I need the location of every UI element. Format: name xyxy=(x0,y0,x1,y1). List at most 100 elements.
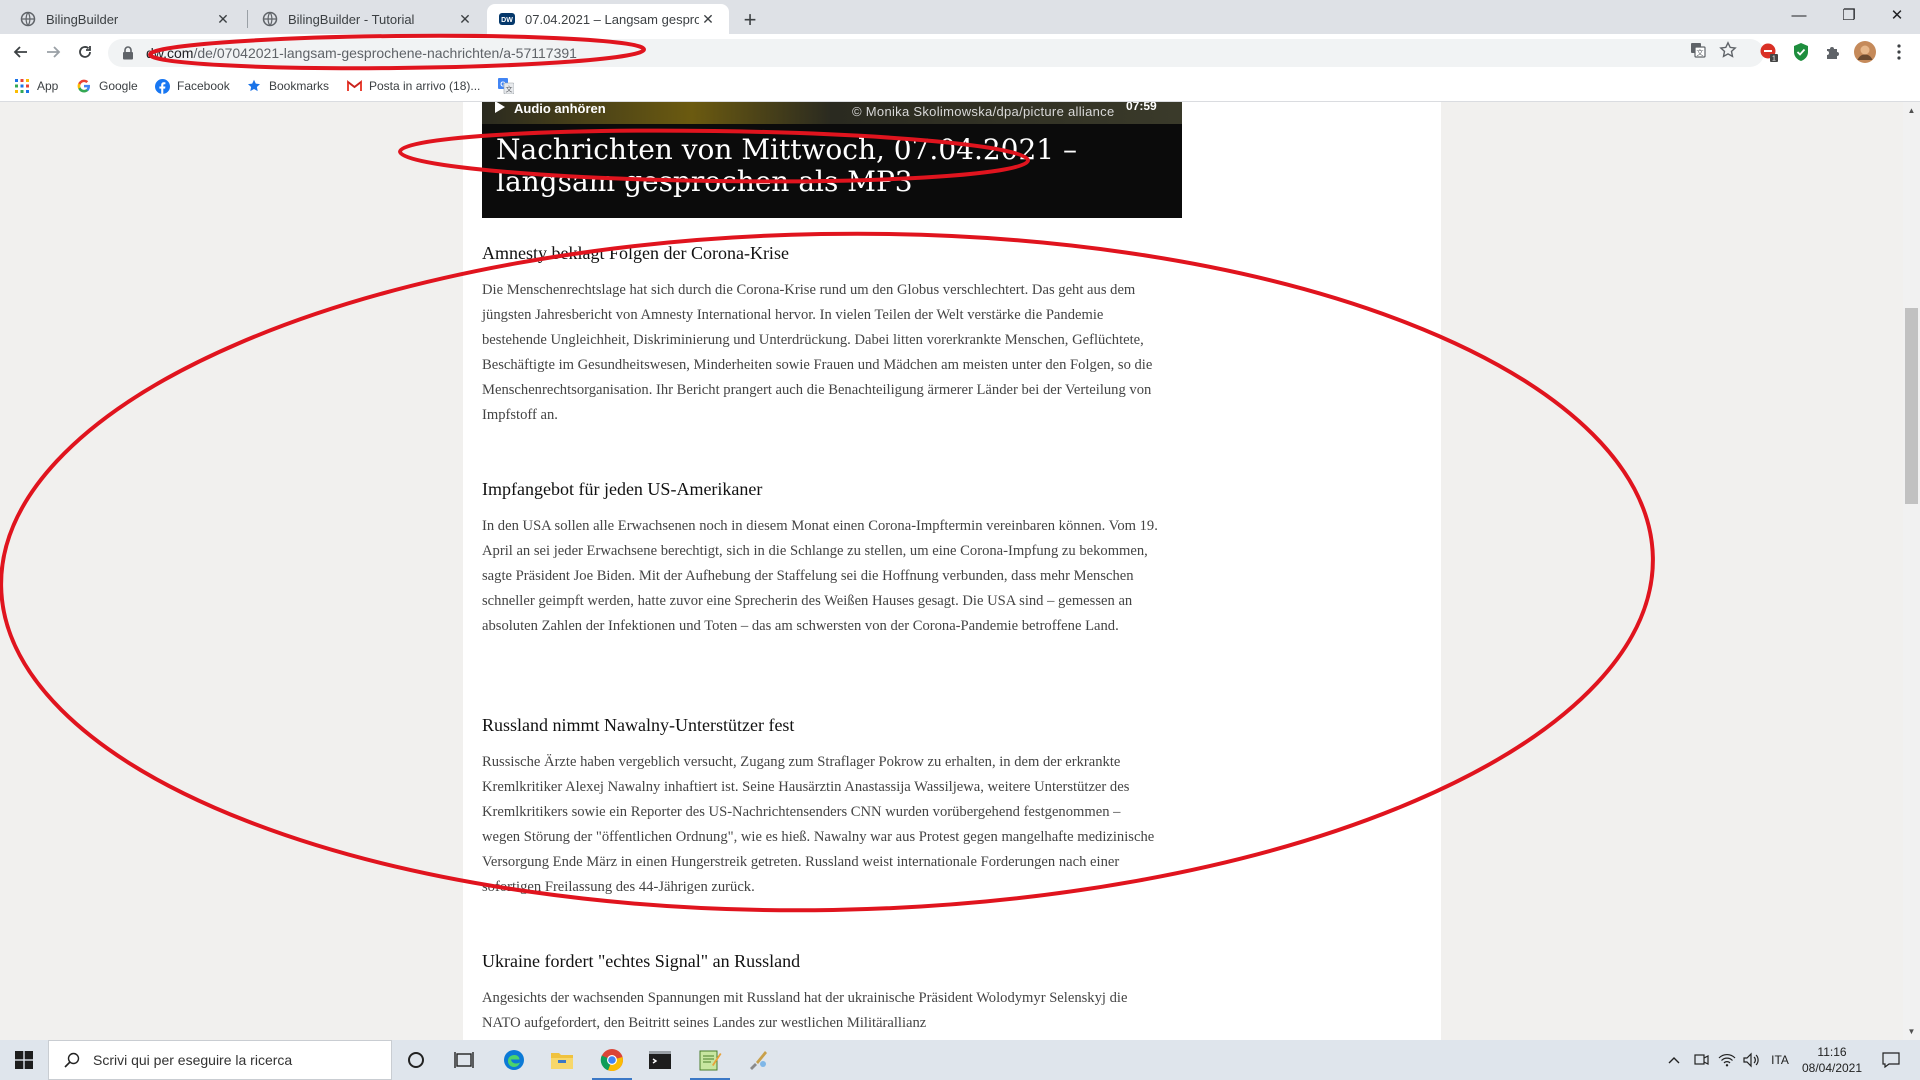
taskbar-app-tool[interactable] xyxy=(734,1040,782,1080)
meet-now-icon[interactable] xyxy=(1690,1040,1712,1080)
edge-icon xyxy=(504,1050,524,1070)
article-heading: Ukraine fordert "echtes Signal" an Russl… xyxy=(482,951,801,971)
new-tab-button[interactable]: + xyxy=(736,6,764,34)
tab-bilingbuilder-tutorial[interactable]: BilingBuilder - Tutorial ✕ xyxy=(250,4,486,34)
bookmarks-bar: App Google Facebook Bookmarks Posta in a… xyxy=(0,70,1920,102)
close-tab-icon[interactable]: ✕ xyxy=(699,11,717,28)
taskbar-app-file-explorer[interactable] xyxy=(538,1040,586,1080)
tray-overflow-chevron-icon[interactable] xyxy=(1664,1040,1684,1080)
scroll-down-icon[interactable]: ▼ xyxy=(1903,1023,1920,1040)
cortana-button[interactable] xyxy=(392,1040,440,1080)
article-item: Amnesty beklagt Folgen der Corona-Krise … xyxy=(482,242,1162,428)
audio-duration: 07:59 xyxy=(1126,102,1157,113)
bookmark-bookmarks[interactable]: Bookmarks xyxy=(246,77,329,95)
taskbar-app-editor[interactable] xyxy=(686,1040,734,1080)
cortana-circle-icon xyxy=(408,1052,424,1068)
taskbar-app-edge[interactable] xyxy=(490,1040,538,1080)
speaker-icon[interactable] xyxy=(1740,1040,1762,1080)
shield-extension-icon[interactable] xyxy=(1790,41,1812,63)
start-button[interactable] xyxy=(0,1040,48,1080)
clock-time: 11:16 xyxy=(1817,1045,1847,1059)
bookmark-facebook[interactable]: Facebook xyxy=(154,77,230,95)
folder-icon xyxy=(551,1053,573,1069)
close-window-button[interactable]: ✕ xyxy=(1874,0,1920,30)
bookmark-star-icon[interactable] xyxy=(1718,40,1738,60)
article-text: In den USA sollen alle Erwachsenen noch … xyxy=(482,518,1158,634)
minimize-button[interactable]: — xyxy=(1776,0,1822,30)
close-tab-icon[interactable]: ✕ xyxy=(214,11,232,28)
address-bar[interactable]: dw.com/de/07042021-langsam-gesprochene-n… xyxy=(108,39,1764,67)
svg-text:文: 文 xyxy=(506,85,513,94)
tab-dw-article[interactable]: DW 07.04.2021 – Langsam gesproche ✕ xyxy=(487,4,729,34)
taskbar-app-chrome[interactable] xyxy=(588,1040,636,1080)
url-host: dw.com xyxy=(146,45,194,61)
back-button[interactable] xyxy=(8,39,34,65)
google-icon xyxy=(76,78,92,94)
search-placeholder: Scrivi qui per eseguire la ricerca xyxy=(93,1052,293,1068)
globe-icon xyxy=(20,11,36,27)
bookmark-label: App xyxy=(37,79,59,93)
notepad-icon xyxy=(699,1050,722,1071)
svg-text:1: 1 xyxy=(1772,56,1776,63)
audio-player-button[interactable]: Audio anhören xyxy=(494,102,606,117)
terminal-icon xyxy=(649,1051,671,1069)
gmail-icon xyxy=(346,78,362,94)
image-credit: © Monika Skolimowska/dpa/picture allianc… xyxy=(852,104,1115,119)
article-heading: Impfangebot für jeden US-Amerikaner xyxy=(482,479,763,499)
windows-logo-icon xyxy=(15,1051,33,1069)
article-text: Angesichts der wachsenden Spannungen mit… xyxy=(482,990,1128,1031)
forward-button[interactable] xyxy=(40,39,66,65)
notifications-icon[interactable] xyxy=(1874,1040,1908,1080)
article-heading: Amnesty beklagt Folgen der Corona-Krise xyxy=(482,243,789,263)
browser-menu-icon[interactable] xyxy=(1888,41,1910,63)
page-title: Nachrichten von Mittwoch, 07.04.2021 – l… xyxy=(496,133,1078,198)
tab-strip: BilingBuilder ✕ BilingBuilder - Tutorial… xyxy=(0,0,1920,34)
task-view-button[interactable] xyxy=(440,1040,488,1080)
arrow-left-icon xyxy=(13,46,27,58)
article-item: Russland nimmt Nawalny-Unterstützer fest… xyxy=(482,714,1162,900)
profile-avatar[interactable] xyxy=(1854,41,1876,63)
arrow-right-icon xyxy=(47,46,61,58)
close-tab-icon[interactable]: ✕ xyxy=(456,11,474,28)
google-translate-icon: G文 xyxy=(498,78,514,94)
hero-media-banner[interactable]: Audio anhören © Monika Skolimowska/dpa/p… xyxy=(482,102,1182,218)
taskbar-search-box[interactable]: Scrivi qui per eseguire la ricerca xyxy=(48,1040,392,1080)
clock-date: 08/04/2021 xyxy=(1801,1061,1863,1075)
bookmark-google[interactable]: Google xyxy=(76,77,138,95)
url-text[interactable]: dw.com/de/07042021-langsam-gesprochene-n… xyxy=(146,45,577,61)
chrome-icon xyxy=(600,1049,623,1072)
tab-title: BilingBuilder - Tutorial xyxy=(288,11,415,27)
tab-bilingbuilder[interactable]: BilingBuilder ✕ xyxy=(8,4,244,34)
reload-button[interactable] xyxy=(72,39,98,65)
article-text: Russische Ärzte haben vergeblich versuch… xyxy=(482,754,1155,895)
scrollbar-thumb[interactable] xyxy=(1905,308,1918,504)
wifi-icon[interactable] xyxy=(1716,1040,1738,1080)
lock-icon[interactable] xyxy=(120,45,136,61)
page-scrollbar[interactable]: ▲ ▼ xyxy=(1903,102,1920,1040)
bookmark-google-translate[interactable]: G文 xyxy=(498,77,521,95)
bookmark-app[interactable]: App xyxy=(14,77,58,95)
dw-logo-icon: DW xyxy=(499,11,515,27)
star-icon xyxy=(246,78,262,94)
taskbar-app-terminal[interactable] xyxy=(636,1040,684,1080)
facebook-icon xyxy=(154,78,170,94)
input-language-indicator[interactable]: ITA xyxy=(1766,1040,1794,1080)
url-path: /de/07042021-langsam-gesprochene-nachric… xyxy=(193,45,577,61)
task-view-icon xyxy=(454,1052,474,1068)
taskbar-clock[interactable]: 11:16 08/04/2021 xyxy=(1798,1044,1866,1076)
brush-tool-icon xyxy=(750,1051,767,1070)
page-viewport: Audio anhören © Monika Skolimowska/dpa/p… xyxy=(0,102,1920,1040)
scroll-up-icon[interactable]: ▲ xyxy=(1903,102,1920,119)
extensions-puzzle-icon[interactable] xyxy=(1822,41,1844,63)
bookmark-gmail[interactable]: Posta in arrivo (18)... xyxy=(346,77,480,95)
bookmark-label: Posta in arrivo (18)... xyxy=(369,79,481,93)
maximize-button[interactable]: ❐ xyxy=(1826,0,1872,30)
translate-icon[interactable]: 文 xyxy=(1688,40,1708,60)
globe-icon xyxy=(262,11,278,27)
article-item: Ukraine fordert "echtes Signal" an Russl… xyxy=(482,950,1162,1036)
reload-icon xyxy=(79,46,91,58)
adblock-extension-icon[interactable]: 1 xyxy=(1758,41,1780,63)
svg-text:DW: DW xyxy=(501,17,513,24)
play-icon xyxy=(494,102,506,117)
article-text: Die Menschenrechtslage hat sich durch di… xyxy=(482,282,1153,423)
